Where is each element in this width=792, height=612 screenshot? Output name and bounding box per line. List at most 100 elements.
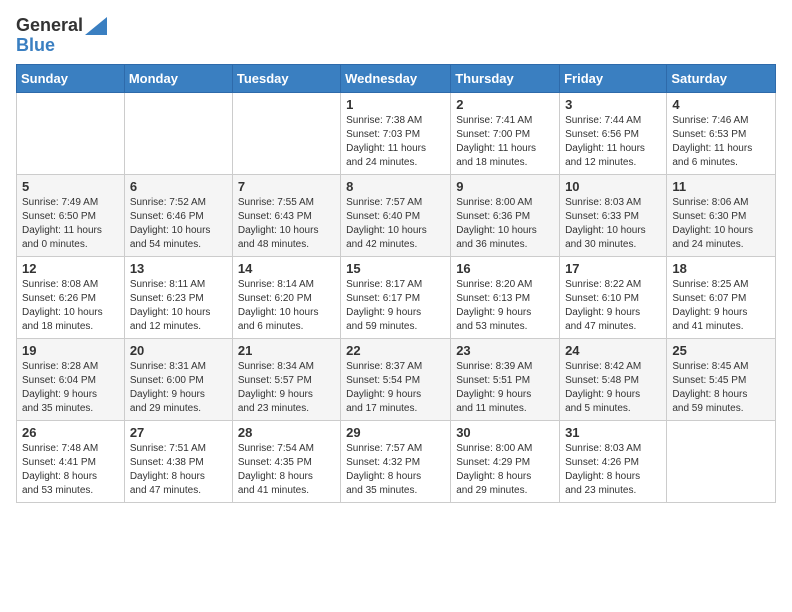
day-info: Sunrise: 7:57 AM Sunset: 6:40 PM Dayligh… <box>346 196 445 252</box>
day-info: Sunrise: 8:17 AM Sunset: 6:17 PM Dayligh… <box>346 278 445 334</box>
calendar-cell: 22 Sunrise: 8:37 AM Sunset: 5:54 PM Dayli… <box>341 338 451 420</box>
calendar-cell: 17 Sunrise: 8:22 AM Sunset: 6:10 PM Dayli… <box>560 256 667 338</box>
day-info: Sunrise: 8:14 AM Sunset: 6:20 PM Dayligh… <box>238 278 335 334</box>
day-info: Sunrise: 8:22 AM Sunset: 6:10 PM Dayligh… <box>565 278 661 334</box>
day-number: 23 <box>456 343 554 358</box>
col-header-thursday: Thursday <box>451 64 560 92</box>
calendar-cell: 14 Sunrise: 8:14 AM Sunset: 6:20 PM Dayli… <box>232 256 340 338</box>
day-info: Sunrise: 8:31 AM Sunset: 6:00 PM Dayligh… <box>130 360 227 416</box>
calendar-cell: 1 Sunrise: 7:38 AM Sunset: 7:03 PM Daylig… <box>341 92 451 174</box>
day-number: 24 <box>565 343 661 358</box>
day-number: 14 <box>238 261 335 276</box>
day-number: 17 <box>565 261 661 276</box>
col-header-wednesday: Wednesday <box>341 64 451 92</box>
calendar-cell: 8 Sunrise: 7:57 AM Sunset: 6:40 PM Daylig… <box>341 174 451 256</box>
calendar-cell: 21 Sunrise: 8:34 AM Sunset: 5:57 PM Dayli… <box>232 338 340 420</box>
col-header-monday: Monday <box>124 64 232 92</box>
day-number: 26 <box>22 425 119 440</box>
week-row-2: 5 Sunrise: 7:49 AM Sunset: 6:50 PM Daylig… <box>17 174 776 256</box>
day-info: Sunrise: 7:49 AM Sunset: 6:50 PM Dayligh… <box>22 196 119 252</box>
calendar-cell: 28 Sunrise: 7:54 AM Sunset: 4:35 PM Dayli… <box>232 420 340 502</box>
week-row-4: 19Sunrise: 8:28 AM Sunset: 6:04 PM Dayli… <box>17 338 776 420</box>
calendar-cell: 31 Sunrise: 8:03 AM Sunset: 4:26 PM Dayli… <box>560 420 667 502</box>
calendar-cell: 7Sunrise: 7:55 AM Sunset: 6:43 PM Daylig… <box>232 174 340 256</box>
col-header-friday: Friday <box>560 64 667 92</box>
calendar-cell: 3Sunrise: 7:44 AM Sunset: 6:56 PM Daylig… <box>560 92 667 174</box>
calendar-cell: 30 Sunrise: 8:00 AM Sunset: 4:29 PM Dayli… <box>451 420 560 502</box>
week-row-5: 26 Sunrise: 7:48 AM Sunset: 4:41 PM Dayli… <box>17 420 776 502</box>
calendar-cell: 23 Sunrise: 8:39 AM Sunset: 5:51 PM Dayli… <box>451 338 560 420</box>
day-info: Sunrise: 7:48 AM Sunset: 4:41 PM Dayligh… <box>22 442 119 498</box>
day-number: 19 <box>22 343 119 358</box>
calendar-cell: 24Sunrise: 8:42 AM Sunset: 5:48 PM Dayli… <box>560 338 667 420</box>
calendar-cell <box>232 92 340 174</box>
day-info: Sunrise: 8:08 AM Sunset: 6:26 PM Dayligh… <box>22 278 119 334</box>
day-info: Sunrise: 8:11 AM Sunset: 6:23 PM Dayligh… <box>130 278 227 334</box>
day-number: 18 <box>672 261 770 276</box>
day-info: Sunrise: 8:45 AM Sunset: 5:45 PM Dayligh… <box>672 360 770 416</box>
calendar-cell: 13 Sunrise: 8:11 AM Sunset: 6:23 PM Dayli… <box>124 256 232 338</box>
day-info: Sunrise: 7:52 AM Sunset: 6:46 PM Dayligh… <box>130 196 227 252</box>
col-header-saturday: Saturday <box>667 64 776 92</box>
day-number: 1 <box>346 97 445 112</box>
day-info: Sunrise: 8:03 AM Sunset: 6:33 PM Dayligh… <box>565 196 661 252</box>
day-info: Sunrise: 8:34 AM Sunset: 5:57 PM Dayligh… <box>238 360 335 416</box>
page-header: General Blue <box>16 16 776 56</box>
day-number: 22 <box>346 343 445 358</box>
day-info: Sunrise: 7:41 AM Sunset: 7:00 PM Dayligh… <box>456 114 554 170</box>
calendar-header-row: SundayMondayTuesdayWednesdayThursdayFrid… <box>17 64 776 92</box>
day-number: 16 <box>456 261 554 276</box>
day-info: Sunrise: 8:20 AM Sunset: 6:13 PM Dayligh… <box>456 278 554 334</box>
calendar-cell <box>17 92 125 174</box>
day-info: Sunrise: 7:51 AM Sunset: 4:38 PM Dayligh… <box>130 442 227 498</box>
calendar-cell: 26 Sunrise: 7:48 AM Sunset: 4:41 PM Dayli… <box>17 420 125 502</box>
day-number: 29 <box>346 425 445 440</box>
day-number: 12 <box>22 261 119 276</box>
calendar-cell: 25Sunrise: 8:45 AM Sunset: 5:45 PM Dayli… <box>667 338 776 420</box>
day-number: 28 <box>238 425 335 440</box>
day-number: 21 <box>238 343 335 358</box>
day-number: 8 <box>346 179 445 194</box>
col-header-tuesday: Tuesday <box>232 64 340 92</box>
calendar-cell: 2Sunrise: 7:41 AM Sunset: 7:00 PM Daylig… <box>451 92 560 174</box>
calendar-cell: 18 Sunrise: 8:25 AM Sunset: 6:07 PM Dayli… <box>667 256 776 338</box>
calendar-cell: 10 Sunrise: 8:03 AM Sunset: 6:33 PM Dayli… <box>560 174 667 256</box>
calendar-cell: 20 Sunrise: 8:31 AM Sunset: 6:00 PM Dayli… <box>124 338 232 420</box>
day-number: 30 <box>456 425 554 440</box>
day-info: Sunrise: 7:57 AM Sunset: 4:32 PM Dayligh… <box>346 442 445 498</box>
day-info: Sunrise: 8:03 AM Sunset: 4:26 PM Dayligh… <box>565 442 661 498</box>
calendar-cell: 29 Sunrise: 7:57 AM Sunset: 4:32 PM Dayli… <box>341 420 451 502</box>
day-number: 31 <box>565 425 661 440</box>
calendar-cell: 5 Sunrise: 7:49 AM Sunset: 6:50 PM Daylig… <box>17 174 125 256</box>
day-number: 27 <box>130 425 227 440</box>
day-number: 10 <box>565 179 661 194</box>
day-info: Sunrise: 8:00 AM Sunset: 4:29 PM Dayligh… <box>456 442 554 498</box>
day-number: 11 <box>672 179 770 194</box>
calendar-cell: 11 Sunrise: 8:06 AM Sunset: 6:30 PM Dayli… <box>667 174 776 256</box>
day-info: Sunrise: 7:44 AM Sunset: 6:56 PM Dayligh… <box>565 114 661 170</box>
calendar-cell: 15 Sunrise: 8:17 AM Sunset: 6:17 PM Dayli… <box>341 256 451 338</box>
calendar-cell: 4Sunrise: 7:46 AM Sunset: 6:53 PM Daylig… <box>667 92 776 174</box>
week-row-3: 12 Sunrise: 8:08 AM Sunset: 6:26 PM Dayli… <box>17 256 776 338</box>
day-number: 7 <box>238 179 335 194</box>
day-info: Sunrise: 8:06 AM Sunset: 6:30 PM Dayligh… <box>672 196 770 252</box>
day-number: 20 <box>130 343 227 358</box>
calendar-cell: 16 Sunrise: 8:20 AM Sunset: 6:13 PM Dayli… <box>451 256 560 338</box>
calendar-cell: 9 Sunrise: 8:00 AM Sunset: 6:36 PM Daylig… <box>451 174 560 256</box>
day-info: Sunrise: 7:54 AM Sunset: 4:35 PM Dayligh… <box>238 442 335 498</box>
day-info: Sunrise: 7:38 AM Sunset: 7:03 PM Dayligh… <box>346 114 445 170</box>
day-info: Sunrise: 8:25 AM Sunset: 6:07 PM Dayligh… <box>672 278 770 334</box>
day-number: 9 <box>456 179 554 194</box>
calendar-cell <box>124 92 232 174</box>
day-number: 13 <box>130 261 227 276</box>
day-number: 15 <box>346 261 445 276</box>
logo-blue-text: Blue <box>16 36 107 56</box>
day-info: Sunrise: 8:37 AM Sunset: 5:54 PM Dayligh… <box>346 360 445 416</box>
day-info: Sunrise: 8:00 AM Sunset: 6:36 PM Dayligh… <box>456 196 554 252</box>
day-number: 5 <box>22 179 119 194</box>
calendar-table: SundayMondayTuesdayWednesdayThursdayFrid… <box>16 64 776 503</box>
col-header-sunday: Sunday <box>17 64 125 92</box>
logo-icon <box>85 17 107 35</box>
week-row-1: 1 Sunrise: 7:38 AM Sunset: 7:03 PM Daylig… <box>17 92 776 174</box>
day-info: Sunrise: 8:39 AM Sunset: 5:51 PM Dayligh… <box>456 360 554 416</box>
